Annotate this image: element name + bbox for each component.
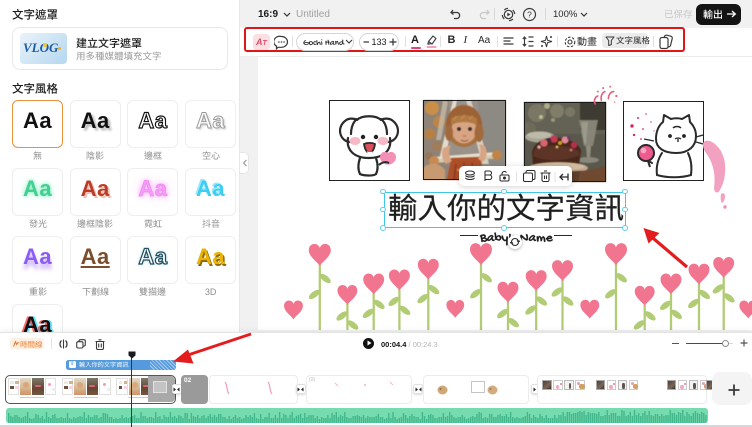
svg-text:?: ? — [527, 10, 532, 20]
